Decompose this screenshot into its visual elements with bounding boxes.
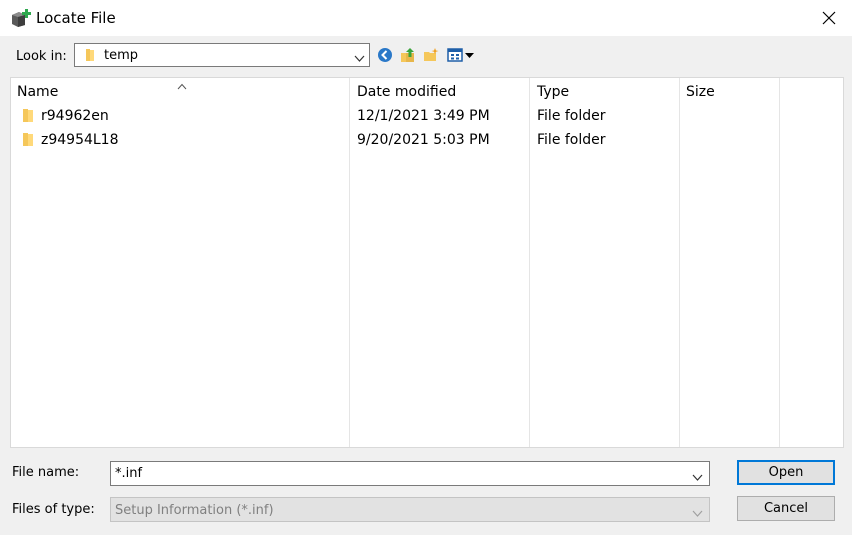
title-bar: Locate File <box>0 0 852 36</box>
file-type-value: Setup Information (*.inf) <box>115 503 274 518</box>
up-folder-button[interactable] <box>397 44 419 66</box>
chevron-down-icon[interactable] <box>692 469 703 485</box>
look-in-label: Look in: <box>16 49 67 64</box>
file-type-dropdown[interactable]: Setup Information (*.inf) <box>110 497 710 522</box>
file-name-input[interactable]: *.inf <box>115 466 142 482</box>
app-icon <box>11 9 31 27</box>
item-date: 9/20/2021 5:03 PM <box>357 132 490 148</box>
column-header-name[interactable]: Name <box>17 83 58 101</box>
window-title: Locate File <box>36 9 116 27</box>
column-header-size[interactable]: Size <box>686 83 715 101</box>
close-button[interactable] <box>806 0 852 36</box>
look-in-dropdown[interactable]: temp <box>74 43 370 67</box>
view-menu-button[interactable] <box>446 44 476 66</box>
look-in-value: temp <box>104 48 139 63</box>
up-folder-icon <box>401 48 414 62</box>
close-icon <box>822 11 836 25</box>
column-header-date-modified[interactable]: Date modified <box>357 83 456 101</box>
list-item[interactable]: z94954L18 9/20/2021 5:03 PM File folder <box>11 128 843 152</box>
view-menu-icon <box>447 48 474 62</box>
item-date: 12/1/2021 3:49 PM <box>357 108 490 124</box>
item-type: File folder <box>537 132 606 148</box>
file-name-label: File name: <box>12 465 80 480</box>
file-name-combobox[interactable]: *.inf <box>110 461 710 486</box>
open-button[interactable]: Open <box>737 460 835 485</box>
cancel-button[interactable]: Cancel <box>737 496 835 521</box>
back-icon <box>378 48 392 62</box>
chevron-down-icon <box>692 505 703 521</box>
file-list[interactable]: Name Date modified Type Size r94962en 12… <box>10 77 844 448</box>
column-header-type[interactable]: Type <box>537 83 569 101</box>
folder-icon <box>21 108 35 127</box>
item-name: r94962en <box>41 108 109 124</box>
list-item[interactable]: r94962en 12/1/2021 3:49 PM File folder <box>11 104 843 128</box>
item-name: z94954L18 <box>41 132 119 148</box>
folder-icon <box>21 132 35 151</box>
file-type-label: Files of type: <box>12 502 95 517</box>
chevron-down-icon <box>354 50 365 66</box>
folder-icon <box>83 48 97 66</box>
back-button[interactable] <box>374 44 396 66</box>
item-type: File folder <box>537 108 606 124</box>
sort-ascending-icon <box>177 78 187 94</box>
new-folder-icon <box>424 48 439 61</box>
new-folder-button[interactable] <box>420 44 442 66</box>
